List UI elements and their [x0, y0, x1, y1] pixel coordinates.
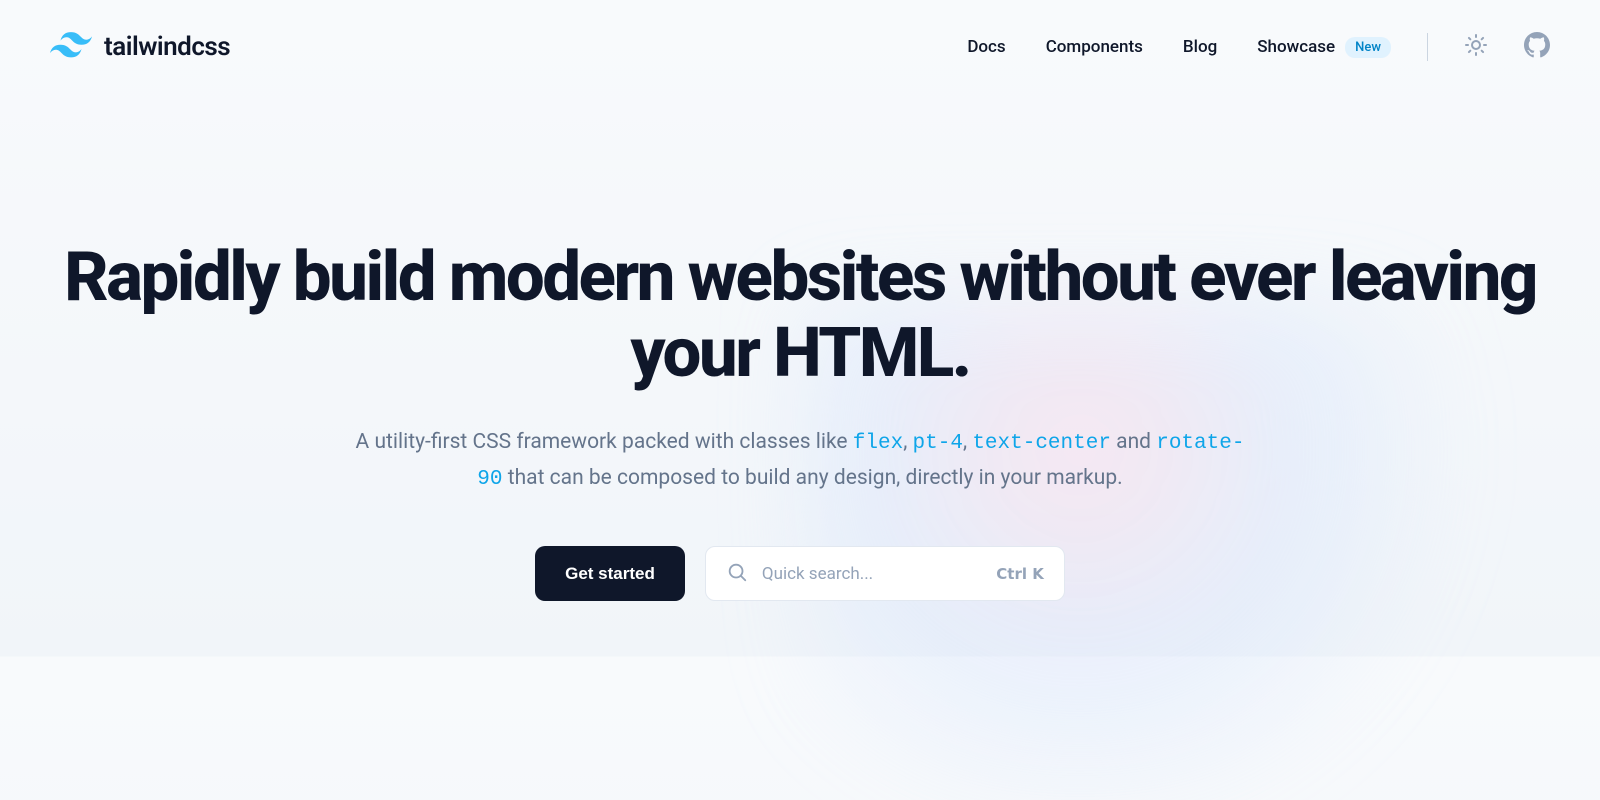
nav-label: Components: [1046, 37, 1143, 57]
nav-links: Docs Components Blog Showcase New: [967, 37, 1391, 58]
keyboard-shortcut: Ctrl K: [996, 565, 1044, 583]
desc-sep: ,: [963, 430, 972, 454]
search-icon: [726, 561, 748, 587]
kbd-ctrl: Ctrl: [996, 565, 1032, 583]
nav-blog[interactable]: Blog: [1183, 37, 1217, 57]
code-class-text-center: text-center: [972, 432, 1111, 455]
new-badge: New: [1345, 37, 1391, 58]
desc-text: that can be composed to build any design…: [503, 466, 1123, 490]
header: tailwindcss Docs Components Blog Showcas…: [0, 0, 1600, 94]
sun-icon: [1464, 33, 1488, 61]
search-placeholder: Quick search...: [762, 564, 982, 584]
nav-components[interactable]: Components: [1046, 37, 1143, 57]
desc-text: A utility-first CSS framework packed wit…: [356, 430, 853, 454]
nav-label: Showcase: [1257, 37, 1335, 57]
get-started-button[interactable]: Get started: [535, 546, 685, 601]
code-class-pt4: pt-4: [913, 432, 963, 455]
code-class-flex: flex: [853, 432, 903, 455]
nav-label: Blog: [1183, 37, 1217, 57]
nav-divider: [1427, 33, 1428, 61]
desc-sep: ,: [903, 430, 912, 454]
nav: Docs Components Blog Showcase New: [967, 32, 1550, 62]
quick-search[interactable]: Quick search... Ctrl K: [705, 546, 1065, 601]
hero: Rapidly build modern websites without ev…: [0, 94, 1600, 601]
brand-name: tailwindcss: [104, 32, 230, 62]
kbd-key: K: [1032, 565, 1044, 583]
github-link[interactable]: [1524, 32, 1550, 62]
logo[interactable]: tailwindcss: [50, 32, 230, 62]
hero-title: Rapidly build modern websites without ev…: [0, 239, 1600, 391]
nav-showcase[interactable]: Showcase New: [1257, 37, 1391, 58]
tailwind-logo-icon: [50, 32, 92, 62]
cta-row: Get started Quick search... Ctrl K: [0, 546, 1600, 601]
hero-description: A utility-first CSS framework packed wit…: [350, 425, 1250, 498]
nav-docs[interactable]: Docs: [967, 37, 1005, 57]
github-icon: [1524, 32, 1550, 62]
desc-sep: and: [1111, 430, 1156, 454]
nav-label: Docs: [967, 37, 1005, 57]
theme-toggle[interactable]: [1464, 33, 1488, 61]
